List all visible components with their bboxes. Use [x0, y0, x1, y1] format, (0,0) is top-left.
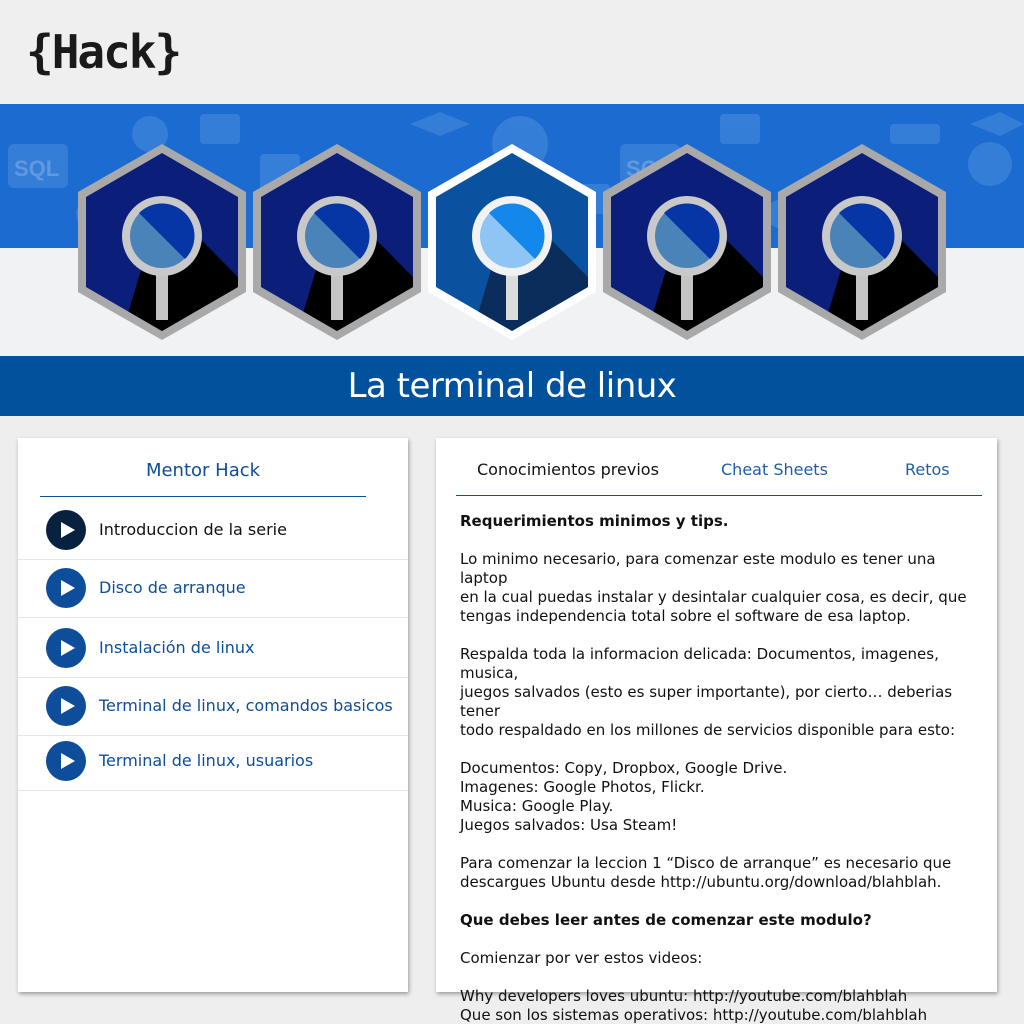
play-icon[interactable]: [46, 568, 86, 608]
play-icon[interactable]: [46, 628, 86, 668]
lesson-label: Instalación de linux: [99, 638, 255, 657]
lesson-item-introduccion[interactable]: Introduccion de la serie: [18, 502, 408, 560]
section-heading: Que debes leer antes de comenzar este mo…: [460, 911, 872, 929]
hack-logo[interactable]: {Hack}: [26, 24, 182, 80]
video-link[interactable]: Que son los sistemas operativos: http://…: [460, 1006, 980, 1024]
lesson-label: Introduccion de la serie: [99, 520, 287, 539]
paragraph-line: todo respaldado en los millones de servi…: [460, 721, 956, 739]
paragraph-line: Respalda toda la informacion delicada: D…: [460, 645, 939, 682]
list-item: Musica: Google Play.: [460, 797, 614, 815]
list-item: Imagenes: Google Photos, Flickr.: [460, 778, 705, 796]
play-icon[interactable]: [46, 686, 86, 726]
paragraph-line: Comienzar por ver estos videos:: [460, 949, 703, 967]
magnifier-badge-icon: [778, 144, 946, 340]
tab-retos[interactable]: Retos: [905, 460, 950, 479]
lesson-item-comandos[interactable]: Terminal de linux, comandos basicos: [18, 678, 408, 736]
video-link[interactable]: Why developers loves ubuntu: http://yout…: [460, 987, 980, 1006]
paragraph-line: juegos salvados (esto es super important…: [460, 683, 953, 720]
lesson-item-usuarios[interactable]: Terminal de linux, usuarios: [18, 733, 408, 791]
lesson-label: Terminal de linux, comandos basicos: [99, 696, 393, 715]
lesson-label: Disco de arranque: [99, 578, 246, 597]
play-icon[interactable]: [46, 741, 86, 781]
content-panel: Conocimientos previos Cheat Sheets Retos…: [436, 438, 997, 1024]
tab-cheat-sheets[interactable]: Cheat Sheets: [721, 460, 828, 479]
tab-content: Requerimientos minimos y tips. Lo minimo…: [460, 512, 980, 1024]
course-title-bar: La terminal de linux: [0, 356, 1024, 416]
paragraph-line: Para comenzar la leccion 1 “Disco de arr…: [460, 854, 952, 872]
play-icon[interactable]: [46, 510, 86, 550]
lesson-item-disco[interactable]: Disco de arranque: [18, 560, 408, 618]
lesson-badges: [78, 144, 946, 340]
lesson-item-instalacion[interactable]: Instalación de linux: [18, 620, 408, 678]
list-item: Juegos salvados: Usa Steam!: [460, 816, 678, 834]
section-heading: Requerimientos minimos y tips.: [460, 512, 729, 530]
paragraph-line: Lo minimo necesario, para comenzar este …: [460, 550, 936, 587]
tabs-divider: [456, 495, 982, 496]
course-title: La terminal de linux: [347, 366, 677, 406]
divider: [40, 496, 366, 497]
paragraph-line: descargues Ubuntu desde http://ubuntu.or…: [460, 873, 942, 891]
tab-conocimientos-previos[interactable]: Conocimientos previos: [477, 460, 659, 479]
lessons-panel: Mentor Hack Introduccion de la serie Dis…: [18, 438, 408, 992]
list-item: Documentos: Copy, Dropbox, Google Drive.: [460, 759, 788, 777]
mentor-title: Mentor Hack: [145, 460, 261, 481]
paragraph-line: en la cual puedas instalar y desintalar …: [460, 588, 967, 606]
lesson-label: Terminal de linux, usuarios: [99, 751, 314, 770]
paragraph-line: tengas independencia total sobre el soft…: [460, 607, 911, 625]
top-header: {Hack}: [0, 0, 1024, 104]
